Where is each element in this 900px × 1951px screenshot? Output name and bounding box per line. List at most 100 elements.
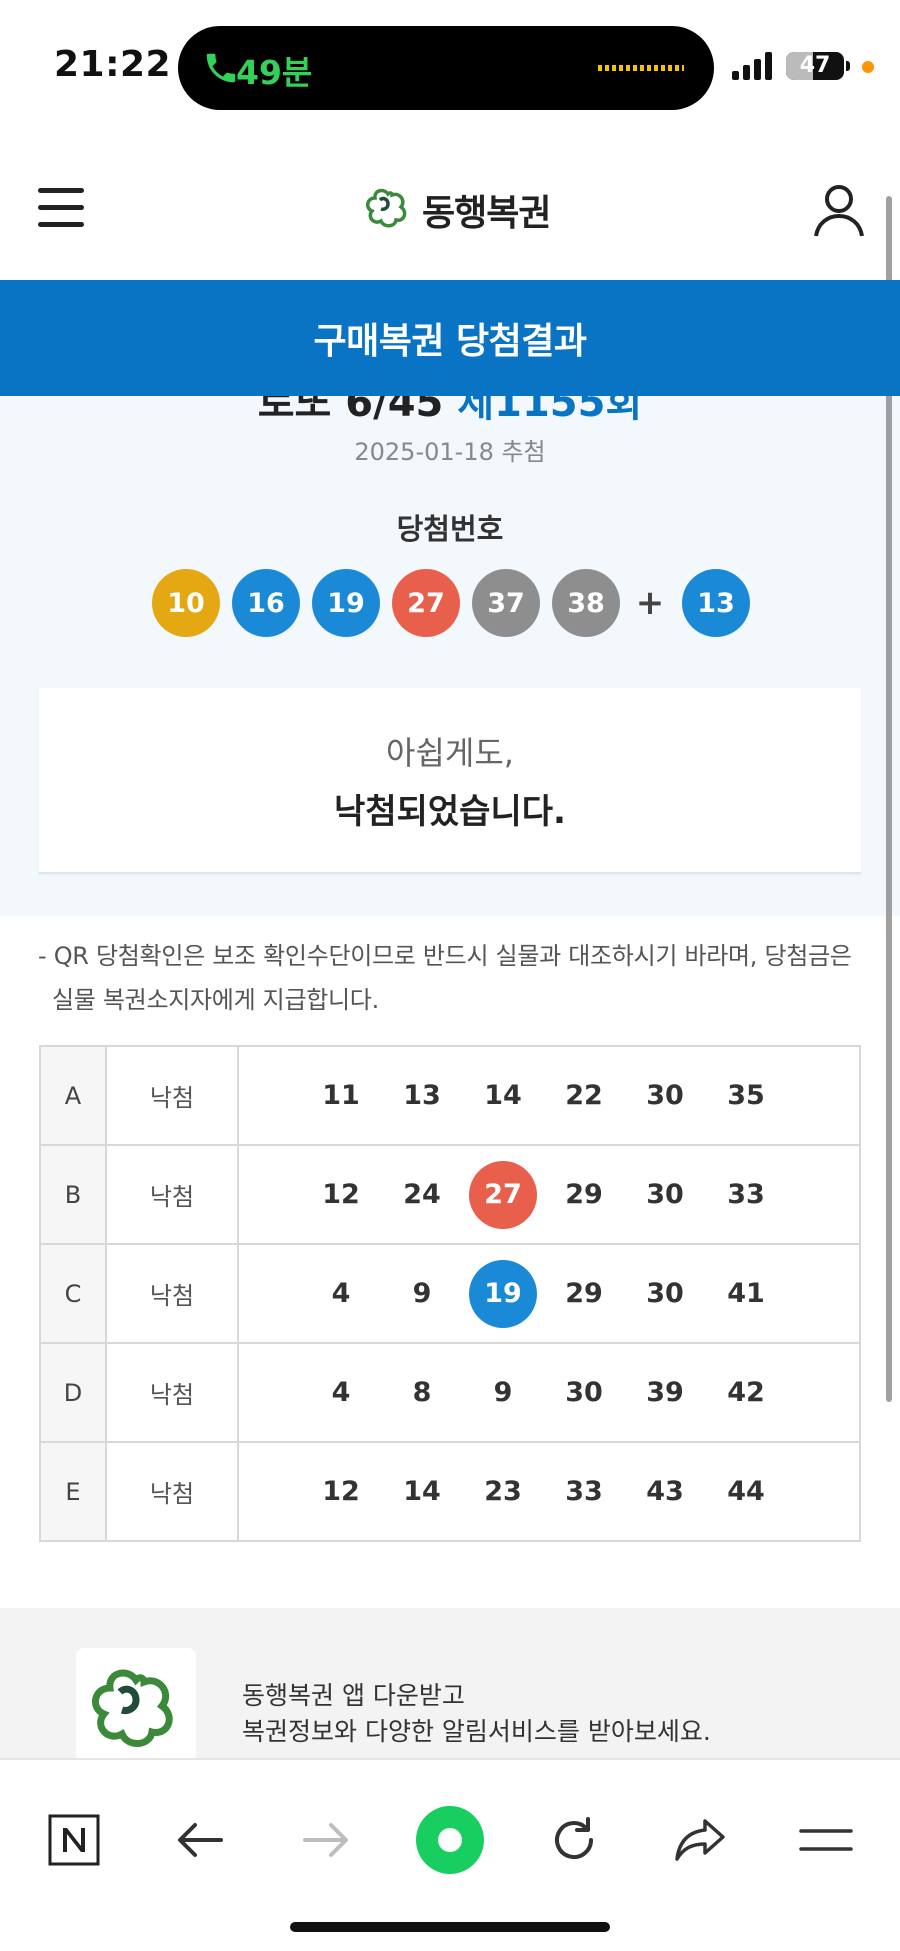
back-arrow-icon[interactable] [172,1812,228,1868]
ticket-letter: A [39,1045,107,1146]
ticket-number: 29 [565,1179,603,1210]
ticket-status: 낙첨 [105,1243,239,1344]
winning-numbers: 10 16 19 27 37 38 +13 [152,568,762,638]
ticket-numbers: 11 13 14 22 30 35 [237,1045,861,1146]
refresh-icon[interactable] [546,1812,602,1868]
ticket-number: 42 [727,1377,765,1408]
ticket-numbers: 4 8 9 30 39 42 [237,1342,861,1443]
winning-number-ball: 19 [312,569,380,637]
ticket-number: 14 [403,1476,441,1507]
ticket-status: 낙첨 [105,1144,239,1245]
forward-arrow-icon[interactable] [298,1812,354,1868]
ticket-letter: B [39,1144,107,1245]
clover-logo-icon [92,1669,173,1747]
winning-number-ball: 16 [232,569,300,637]
signal-icon [732,52,772,80]
ticket-number: 4 [331,1377,351,1408]
app-promo-banner[interactable]: 동행복권 앱 다운받고 복권정보와 다양한 알림서비스를 받아보세요. [0,1608,900,1768]
ticket-number: 11 [322,1080,360,1111]
ticket-number: 30 [646,1179,684,1210]
ticket-number: 44 [727,1476,765,1507]
ticket-number: 41 [727,1278,765,1309]
ticket-number: 33 [727,1179,765,1210]
page-title: 구매복권 당첨결과 [313,321,588,362]
ticket-number: 29 [565,1278,603,1309]
winning-number-ball: 37 [472,569,540,637]
share-icon[interactable] [672,1812,728,1868]
ticket-letter: C [39,1243,107,1344]
ticket-number: 33 [565,1476,603,1507]
promo-text-line2: 복권정보와 다양한 알림서비스를 받아보세요. [242,1717,711,1746]
ticket-status: 낙첨 [105,1441,239,1542]
ticket-letter: E [39,1441,107,1542]
winning-number-ball: 10 [152,569,220,637]
result-message-card: 아쉽게도, 낙첨되었습니다. [39,688,861,874]
user-profile-icon[interactable] [812,182,866,238]
ticket-results-table: A 낙첨 11 13 14 22 30 35 B 낙첨 12 24 27 29 30 33 C 낙첨 4 9 19 29 3… [39,1045,861,1542]
status-bar: 21:22 49분 47 [0,0,900,130]
winning-number-ball: 38 [552,569,620,637]
ticket-number: 30 [646,1080,684,1111]
result-message-line2: 낙첨되었습니다. [334,792,566,832]
browser-toolbar [0,1758,900,1951]
ticket-number: 39 [646,1377,684,1408]
ticket-numbers: 12 14 23 33 43 44 [237,1441,861,1542]
site-logo[interactable]: 동행복권 [364,180,551,240]
ticket-number: 35 [727,1080,765,1111]
hamburger-menu-icon[interactable] [38,188,86,228]
ticket-number: 12 [322,1476,360,1507]
ticket-number: 13 [403,1080,441,1111]
battery-icon: 47 [786,52,844,80]
green-home-icon[interactable] [414,1804,486,1876]
audio-waveform [598,65,684,71]
ticket-row: C 낙첨 4 9 19 29 30 41 [39,1243,861,1344]
result-message-line1: 아쉽게도, [386,734,514,772]
ticket-status: 낙첨 [105,1342,239,1443]
ticket-number: 8 [412,1377,432,1408]
ticket-number: 9 [412,1278,432,1309]
ticket-number: 9 [493,1377,513,1408]
promo-text-line1: 동행복권 앱 다운받고 [242,1681,465,1710]
battery-cap [846,61,850,71]
ticket-numbers: 4 9 19 29 30 41 [237,1243,861,1344]
draw-date: 2025-01-18 추첨 [354,438,546,466]
bonus-number-ball: 13 [682,569,750,637]
call-duration: 49분 [236,53,313,92]
site-header: 동행복권 [0,130,900,280]
privacy-indicator-dot [862,61,874,73]
ticket-number: 14 [484,1080,522,1111]
status-time: 21:22 [54,44,172,85]
qr-notice: - QR 당첨확인은 보조 확인수단이므로 반드시 실물과 대조하시기 바라며,… [38,942,852,1014]
clover-logo-icon [366,188,407,228]
ticket-numbers: 12 24 27 29 30 33 [237,1144,861,1245]
ticket-number: 30 [565,1377,603,1408]
phone-icon [206,53,236,83]
bonus-plus-sign: + [635,583,665,623]
ticket-number: 4 [331,1278,351,1309]
winning-number-ball: 27 [392,569,460,637]
matched-number: 27 [469,1160,537,1229]
ticket-row: E 낙첨 12 14 23 33 43 44 [39,1441,861,1542]
ticket-number: 22 [565,1080,603,1111]
ticket-number: 43 [646,1476,684,1507]
ticket-letter: D [39,1342,107,1443]
logo-text: 동행복권 [422,193,551,234]
call-indicator-pill[interactable]: 49분 [178,26,714,110]
ticket-number: 23 [484,1476,522,1507]
page-title-banner: 구매복권 당첨결과 [0,280,900,396]
battery-level: 47 [799,53,831,78]
app-logo [76,1648,196,1768]
draw-result-section: 로또 6/45 제1155회 2025-01-18 추첨 당첨번호 10 16 19… [0,380,900,916]
ticket-number: 24 [403,1179,441,1210]
ticket-row: B 낙첨 12 24 27 29 30 33 [39,1144,861,1245]
ticket-row: D 낙첨 4 8 9 30 39 42 [39,1342,861,1443]
ticket-row: A 낙첨 11 13 14 22 30 35 [39,1045,861,1146]
winning-numbers-label: 당첨번호 [396,512,504,546]
matched-number: 19 [469,1259,537,1328]
naver-icon[interactable] [46,1812,102,1868]
ticket-number: 30 [646,1278,684,1309]
ticket-number: 12 [322,1179,360,1210]
menu-icon[interactable] [798,1812,854,1868]
home-indicator[interactable] [290,1922,610,1932]
ticket-status: 낙첨 [105,1045,239,1146]
